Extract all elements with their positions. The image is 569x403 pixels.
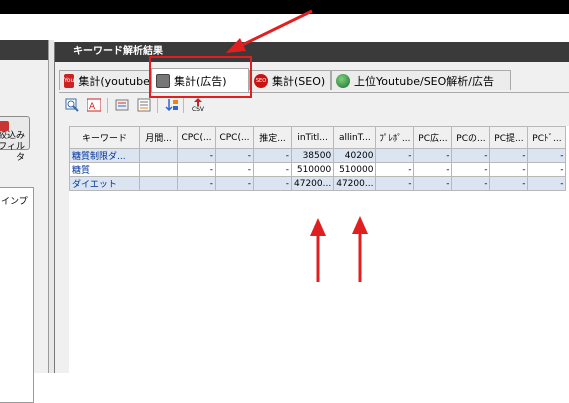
tab-top-analysis[interactable]: 上位Youtube/SEO解析/広告 (331, 70, 511, 90)
filter-button[interactable]: 絞込み フィルタ (0, 116, 30, 163)
table-cell[interactable]: - (413, 162, 453, 177)
tab-underline (59, 92, 569, 93)
search-icon[interactable] (63, 96, 81, 114)
globe-icon (336, 73, 350, 88)
table-cell[interactable]: - (451, 148, 491, 163)
table-cell[interactable]: - (527, 176, 567, 191)
table-cell[interactable]: 510000 (333, 162, 377, 177)
seo-icon: SEO (254, 73, 268, 88)
youtube-icon: You (64, 73, 75, 88)
table-cell[interactable]: - (253, 148, 292, 163)
table-cell[interactable]: - (375, 148, 415, 163)
results-table: キーワード 月間... CPC(... CPC(... 推定... inTitl… (69, 126, 567, 191)
table-cell[interactable]: - (375, 162, 415, 177)
column-header[interactable]: CPC(... (177, 126, 216, 149)
left-panel-list[interactable]: インプ (0, 187, 34, 403)
keyword-cell[interactable]: 糖質制限ダ... (69, 148, 140, 163)
toolbar-separator (157, 98, 158, 113)
keyword-analysis-window: キーワード解析結果 You 集計(youtube) 集計(広告) SEO 集計(… (54, 42, 569, 373)
keyword-cell[interactable]: 糖質 (69, 162, 140, 177)
column-header[interactable]: PC提... (489, 126, 529, 149)
table-cell[interactable]: 47200... (333, 176, 377, 191)
toolbar-separator (183, 98, 184, 113)
table-header-row: キーワード 月間... CPC(... CPC(... 推定... inTitl… (69, 126, 567, 149)
table-cell[interactable]: - (489, 148, 529, 163)
export-icon[interactable] (113, 96, 131, 114)
table-cell[interactable]: - (215, 148, 254, 163)
table-cell[interactable]: - (413, 148, 453, 163)
column-header[interactable]: allinT... (333, 126, 377, 149)
column-header[interactable]: PCの... (451, 126, 491, 149)
table-cell[interactable]: - (215, 162, 254, 177)
table-cell[interactable]: - (451, 162, 491, 177)
table-cell[interactable]: - (489, 176, 529, 191)
table-cell[interactable]: - (177, 162, 216, 177)
table-cell[interactable]: - (215, 176, 254, 191)
table-cell[interactable]: 47200... (290, 176, 335, 191)
up-arrow-icon (310, 218, 326, 282)
tab-seo[interactable]: SEO 集計(SEO) (249, 70, 331, 90)
sort-icon[interactable] (163, 96, 181, 114)
table-cell[interactable]: - (253, 162, 292, 177)
table-cell[interactable]: - (451, 176, 491, 191)
table-cell[interactable] (139, 162, 178, 177)
column-header[interactable]: 推定... (253, 126, 292, 149)
table-cell[interactable]: 40200 (333, 148, 377, 163)
toolbar: A CSV (59, 96, 459, 116)
column-header[interactable]: PC広... (413, 126, 453, 149)
column-header[interactable]: キーワード (69, 126, 140, 149)
table-cell[interactable]: - (413, 176, 453, 191)
table-row[interactable]: 糖質 - - - 510000 510000 - - - - - (69, 162, 567, 177)
table-cell[interactable]: - (253, 176, 292, 191)
table-cell[interactable]: - (527, 148, 567, 163)
table-row[interactable]: 糖質制限ダ... - - - 38500 40200 - - - - - (69, 148, 567, 163)
tab-bar: You 集計(youtube) 集計(広告) SEO 集計(SEO) 上位You… (59, 68, 569, 92)
table-cell[interactable]: - (527, 162, 567, 177)
column-header[interactable]: PCﾄﾞ... (527, 126, 567, 149)
left-panel-titlebar (0, 40, 48, 60)
table-cell[interactable]: - (375, 176, 415, 191)
table-cell[interactable]: 38500 (290, 148, 335, 163)
column-header[interactable]: inTitl... (290, 126, 335, 149)
highlight-box (149, 56, 252, 98)
table-cell[interactable]: - (177, 176, 216, 191)
tab-youtube[interactable]: You 集計(youtube) (59, 70, 154, 90)
csv-export-icon[interactable]: CSV (189, 96, 207, 114)
keyword-cell[interactable]: ダイエット (69, 176, 140, 191)
table-cell[interactable]: 510000 (290, 162, 335, 177)
callout-arrow-icon (226, 9, 313, 53)
svg-text:A: A (89, 102, 96, 112)
up-arrow-icon (352, 216, 368, 282)
left-panel: 絞込み フィルタ インプ (0, 40, 49, 403)
table-row[interactable]: ダイエット - - - 47200... 47200... - - - - - (69, 176, 567, 191)
table-cell[interactable] (139, 176, 178, 191)
filter-icon (0, 121, 9, 131)
column-header[interactable]: ﾌﾟﾚﾎﾟ... (375, 126, 415, 149)
column-header[interactable]: CPC(... (215, 126, 254, 149)
table-cell[interactable] (139, 148, 178, 163)
table-cell[interactable]: - (177, 148, 216, 163)
list-icon[interactable] (135, 96, 153, 114)
all-select-icon[interactable]: A (85, 96, 103, 114)
toolbar-separator (107, 98, 108, 113)
table-cell[interactable]: - (489, 162, 529, 177)
column-header[interactable]: 月間... (139, 126, 178, 149)
